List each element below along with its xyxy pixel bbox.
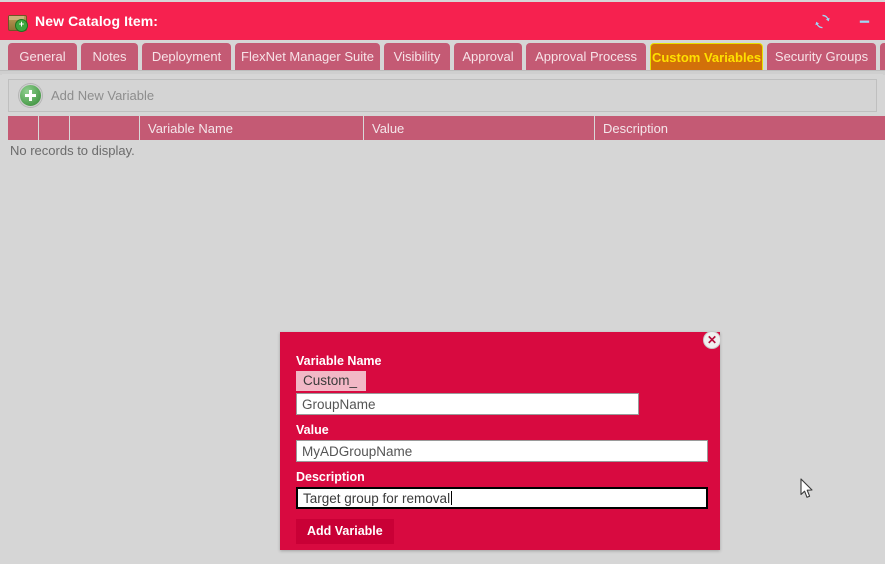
minimize-icon[interactable] bbox=[843, 2, 885, 40]
grid-header-row: Variable Name Value Description bbox=[8, 116, 885, 140]
tab-approval-process[interactable]: Approval Process bbox=[526, 43, 646, 70]
window-title: New Catalog Item: bbox=[35, 13, 159, 29]
value-input[interactable]: MyADGroupName bbox=[296, 440, 708, 462]
tab-approval[interactable]: Approval bbox=[454, 43, 522, 70]
grid-col-variable-name[interactable]: Variable Name bbox=[140, 116, 364, 140]
variable-name-label: Variable Name bbox=[296, 354, 382, 368]
value-label: Value bbox=[296, 423, 329, 437]
tab-deployment[interactable]: Deployment bbox=[142, 43, 231, 70]
grid-toolbar: Add New Variable bbox=[8, 79, 877, 112]
add-new-variable-button[interactable]: Add New Variable bbox=[9, 80, 164, 111]
description-label: Description bbox=[296, 470, 365, 484]
grid-col-description[interactable]: Description bbox=[595, 116, 885, 140]
variable-name-prefix: Custom_ bbox=[296, 371, 367, 391]
close-circle-icon[interactable]: ✕ bbox=[703, 331, 721, 349]
catalog-item-add-icon: + bbox=[8, 13, 28, 32]
add-variable-dialog: ✕ Variable Name Custom_ GroupName Value … bbox=[280, 331, 721, 550]
tab-flexnet-manager-suite[interactable]: FlexNet Manager Suite bbox=[235, 43, 380, 70]
grid-empty-message: No records to display. bbox=[8, 140, 885, 160]
variable-name-input[interactable]: GroupName bbox=[296, 393, 639, 415]
window-titlebar: + New Catalog Item: bbox=[0, 2, 885, 40]
add-variable-form: Variable Name Custom_ GroupName Value My… bbox=[280, 332, 720, 544]
grid-col-edit[interactable] bbox=[39, 116, 70, 140]
green-plus-circle-icon bbox=[19, 84, 42, 107]
description-input-text: Target group for removal bbox=[303, 490, 451, 506]
text-caret bbox=[451, 491, 453, 505]
tab-notes[interactable]: Notes bbox=[81, 43, 138, 70]
tab-general[interactable]: General bbox=[8, 43, 77, 70]
add-new-variable-label: Add New Variable bbox=[51, 88, 155, 103]
grid-col-actions[interactable] bbox=[70, 116, 140, 140]
description-input[interactable]: Target group for removal bbox=[296, 487, 708, 509]
grid-col-select[interactable] bbox=[8, 116, 39, 140]
mouse-pointer bbox=[800, 478, 814, 504]
tab-overflow-partial[interactable] bbox=[880, 43, 885, 70]
add-variable-submit-button[interactable]: Add Variable bbox=[296, 519, 394, 544]
tab-visibility[interactable]: Visibility bbox=[384, 43, 450, 70]
tab-security-groups[interactable]: Security Groups bbox=[767, 43, 876, 70]
grid-col-value[interactable]: Value bbox=[364, 116, 595, 140]
window-controls bbox=[801, 2, 885, 40]
refresh-icon[interactable] bbox=[801, 2, 843, 40]
tab-custom-variables[interactable]: Custom Variables bbox=[650, 43, 763, 70]
app-root: + New Catalog Item: General Notes Deploy… bbox=[0, 0, 885, 564]
